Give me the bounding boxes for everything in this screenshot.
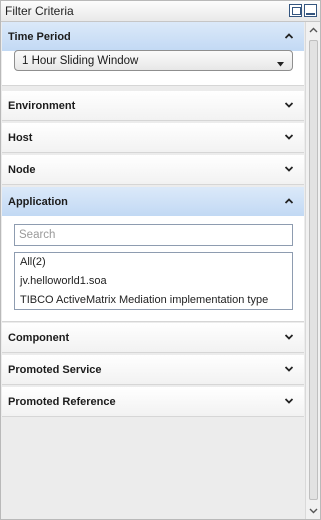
dropdown-arrow-icon[interactable] xyxy=(277,58,284,70)
host-header[interactable]: Host xyxy=(2,123,304,152)
chevron-down-icon[interactable] xyxy=(285,134,293,141)
chevron-down-icon[interactable] xyxy=(285,166,293,173)
vertical-scrollbar[interactable] xyxy=(305,22,320,519)
chevron-up-icon[interactable] xyxy=(285,33,293,40)
section-node: Node xyxy=(2,155,304,185)
section-environment: Environment xyxy=(2,91,304,121)
list-item[interactable]: All(2) xyxy=(20,256,46,268)
panel-titlebar: Filter Criteria xyxy=(1,1,320,22)
component-header[interactable]: Component xyxy=(2,323,304,352)
section-promoted-service: Promoted Service xyxy=(2,355,304,385)
scroll-up-icon[interactable] xyxy=(308,25,319,36)
section-label: Environment xyxy=(8,100,76,112)
chevron-down-icon[interactable] xyxy=(285,334,293,341)
list-item[interactable]: jv.helloworld1.soa xyxy=(20,275,107,287)
chevron-down-icon[interactable] xyxy=(285,366,293,373)
application-header[interactable]: Application xyxy=(2,187,304,216)
section-time-period: Time Period 1 Hour Sliding Window xyxy=(2,22,304,86)
scrollbar-thumb[interactable] xyxy=(309,40,318,500)
section-label: Application xyxy=(8,196,68,208)
section-promoted-reference: Promoted Reference xyxy=(2,387,304,417)
scroll-down-icon[interactable] xyxy=(308,505,319,516)
section-label: Component xyxy=(8,332,70,344)
chevron-up-icon[interactable] xyxy=(285,198,293,205)
chevron-down-icon[interactable] xyxy=(285,398,293,405)
section-label: Node xyxy=(8,164,36,176)
panel-title: Filter Criteria xyxy=(5,4,74,18)
section-label: Time Period xyxy=(8,31,71,43)
section-label: Host xyxy=(8,132,33,144)
promoted-service-header[interactable]: Promoted Service xyxy=(2,355,304,384)
application-list[interactable]: All(2) jv.helloworld1.soa TIBCO ActiveMa… xyxy=(14,252,293,310)
chevron-down-icon[interactable] xyxy=(285,102,293,109)
node-header[interactable]: Node xyxy=(2,155,304,184)
environment-header[interactable]: Environment xyxy=(2,91,304,120)
restore-window-icon[interactable] xyxy=(289,4,302,17)
section-host: Host xyxy=(2,123,304,153)
time-period-value: 1 Hour Sliding Window xyxy=(22,55,139,67)
section-label: Promoted Service xyxy=(8,364,102,376)
filter-criteria-panel: Filter Criteria Time Period 1 Hour Slidi… xyxy=(0,0,321,520)
section-component: Component xyxy=(2,323,304,353)
promoted-reference-header[interactable]: Promoted Reference xyxy=(2,387,304,416)
time-period-header[interactable]: Time Period xyxy=(2,22,304,51)
section-label: Promoted Reference xyxy=(8,396,116,408)
application-search-input[interactable] xyxy=(14,224,293,246)
time-period-select[interactable]: 1 Hour Sliding Window xyxy=(14,50,293,71)
section-application: Application All(2) jv.helloworld1.soa TI… xyxy=(2,187,304,322)
maximize-window-icon[interactable] xyxy=(304,4,317,17)
list-item[interactable]: TIBCO ActiveMatrix Mediation implementat… xyxy=(20,294,268,306)
